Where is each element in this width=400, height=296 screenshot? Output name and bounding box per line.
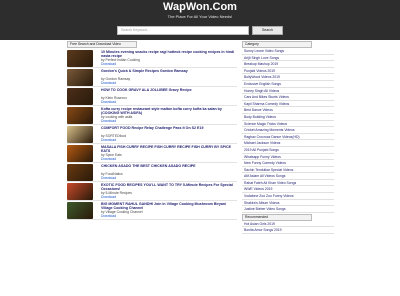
category-item[interactable]: 2019 All Punjabi Songs: [242, 147, 334, 154]
category-item[interactable]: WWE Videos 2019: [242, 186, 334, 194]
site-title[interactable]: WapWon.Com: [0, 1, 400, 13]
video-item[interactable]: Kofta curry recipe restaurant style malt…: [67, 106, 237, 125]
category-item[interactable]: New Funny Comedy Videos: [242, 160, 334, 167]
search-button[interactable]: Search: [252, 26, 283, 35]
category-item[interactable]: Punjabi Videos 2019: [242, 68, 334, 75]
site-header: WapWon.Com The Place For All Your Video …: [0, 0, 400, 40]
video-title[interactable]: BIG MOMENT RAHUL GANDHI Join In Village …: [101, 202, 236, 210]
category-item[interactable]: Best Dance Videos: [242, 107, 334, 114]
search-input[interactable]: Search Keyword...: [117, 26, 249, 35]
video-item[interactable]: HOW TO COOK GRAVY ALA JOLLIBEE Gravy Rec…: [67, 87, 237, 106]
category-item[interactable]: Cars And Bikes Stunts Videos: [242, 94, 334, 101]
download-link[interactable]: Download: [101, 81, 116, 85]
download-link[interactable]: Download: [101, 176, 116, 180]
category-item[interactable]: Body Building Videos: [242, 114, 334, 121]
sidebar: Category Sunny Leone Video Songs Arijit …: [242, 41, 334, 296]
category-item[interactable]: Shakira's Album Videos: [242, 200, 334, 207]
download-link[interactable]: Download: [101, 100, 116, 104]
video-item[interactable]: COMFORT FOOD Recipe Relay Challenge Pass…: [67, 125, 237, 144]
category-item[interactable]: Whatsapp Funny Videos: [242, 154, 334, 161]
category-list: Sunny Leone Video Songs Arijit Singh Lov…: [242, 48, 334, 213]
video-thumbnail[interactable]: [67, 69, 93, 86]
download-link[interactable]: Download: [101, 62, 116, 66]
download-link[interactable]: Download: [101, 214, 116, 218]
video-title[interactable]: Kofta curry recipe restaurant style malt…: [101, 107, 236, 115]
video-title[interactable]: Gordon's Quick & Simple Recipes Gordon R…: [101, 69, 236, 73]
category-heading: Category: [242, 41, 312, 48]
video-item[interactable]: BIG MOMENT RAHUL GANDHI Join In Village …: [67, 201, 237, 220]
download-link[interactable]: Download: [101, 119, 116, 123]
category-item[interactable]: Science Magic Tricks Videos: [242, 121, 334, 128]
download-link[interactable]: Download: [101, 138, 116, 142]
video-thumbnail[interactable]: [67, 202, 93, 219]
video-title[interactable]: CHICKEN ASADO THE BEST CHICKEN ASADO REC…: [101, 164, 236, 168]
category-item[interactable]: Atif Aslam All Videos Songs: [242, 173, 334, 180]
main-content: Free Search and Download Video 10 Minute…: [67, 41, 237, 296]
video-item[interactable]: 10 Minutes evening snacks recipe ragi ho…: [67, 49, 237, 68]
category-item[interactable]: Vodafone Zoo Zoo Funny Videos: [242, 193, 334, 200]
video-thumbnail[interactable]: [67, 50, 93, 67]
category-item[interactable]: Kapil Sharma Comedy Videos: [242, 101, 334, 108]
video-item[interactable]: CHICKEN ASADO THE BEST CHICKEN ASADO REC…: [67, 163, 237, 182]
search-bar: Search Keyword... Search: [117, 26, 283, 35]
video-title[interactable]: COMFORT FOOD Recipe Relay Challenge Pass…: [101, 126, 236, 130]
category-item[interactable]: Sunny Leone Video Songs: [242, 48, 334, 55]
category-item[interactable]: Honey Singh All Videos: [242, 88, 334, 95]
category-item[interactable]: Breakup Mashup 2019: [242, 61, 334, 68]
video-item[interactable]: MASALA FISH CURRY RECIPE FISH CURRY RECI…: [67, 144, 237, 163]
video-title[interactable]: 10 Minutes evening snacks recipe ragi ho…: [101, 50, 236, 58]
category-item[interactable]: Arijit Singh Love Songs: [242, 55, 334, 62]
video-title[interactable]: HOW TO COOK GRAVY ALA JOLLIBEE Gravy Rec…: [101, 88, 236, 92]
video-title[interactable]: MASALA FISH CURRY RECIPE FISH CURRY RECI…: [101, 145, 236, 153]
category-item[interactable]: BollyWood Videos 2019: [242, 74, 334, 81]
video-thumbnail[interactable]: [67, 88, 93, 105]
category-item[interactable]: Rahat Fateh Ali Khan Video Songs: [242, 180, 334, 187]
video-thumbnail[interactable]: [67, 126, 93, 143]
video-item[interactable]: Gordon's Quick & Simple Recipes Gordon R…: [67, 68, 237, 87]
site-tagline: The Place For All Your Video Needs!: [167, 14, 233, 19]
recommended-item[interactable]: Bonita Amor Songs 2019: [242, 227, 334, 235]
category-item[interactable]: Michael Jackson Videos: [242, 140, 334, 147]
video-title[interactable]: EXOTIC FOOD RECIPES YOU'LL WANT TO TRY 5…: [101, 183, 236, 191]
category-item[interactable]: Exclusive English Songs: [242, 81, 334, 88]
recommended-heading: Recommended: [242, 213, 312, 221]
video-thumbnail[interactable]: [67, 145, 93, 162]
download-link[interactable]: Download: [101, 195, 116, 199]
video-thumbnail[interactable]: [67, 164, 93, 181]
category-item[interactable]: Sachin Tendulkar Special Videos: [242, 167, 334, 174]
category-item[interactable]: Cricket Amazing Moments Videos: [242, 127, 334, 134]
recommended-item[interactable]: Hot Asian Girls 2019: [242, 221, 334, 228]
category-item[interactable]: Justine Bieber Video Songs: [242, 206, 334, 213]
category-item[interactable]: Raghav Crocroaz Dance Videos(HD): [242, 134, 334, 141]
recommended-list: Hot Asian Girls 2019 Bonita Amor Songs 2…: [242, 221, 334, 235]
download-link[interactable]: Download: [101, 157, 116, 161]
video-list: 10 Minutes evening snacks recipe ragi ho…: [67, 49, 237, 220]
video-item[interactable]: EXOTIC FOOD RECIPES YOU'LL WANT TO TRY 5…: [67, 182, 237, 201]
video-thumbnail[interactable]: [67, 183, 93, 200]
section-title: Free Search and Download Video: [67, 41, 137, 48]
video-thumbnail[interactable]: [67, 107, 93, 124]
